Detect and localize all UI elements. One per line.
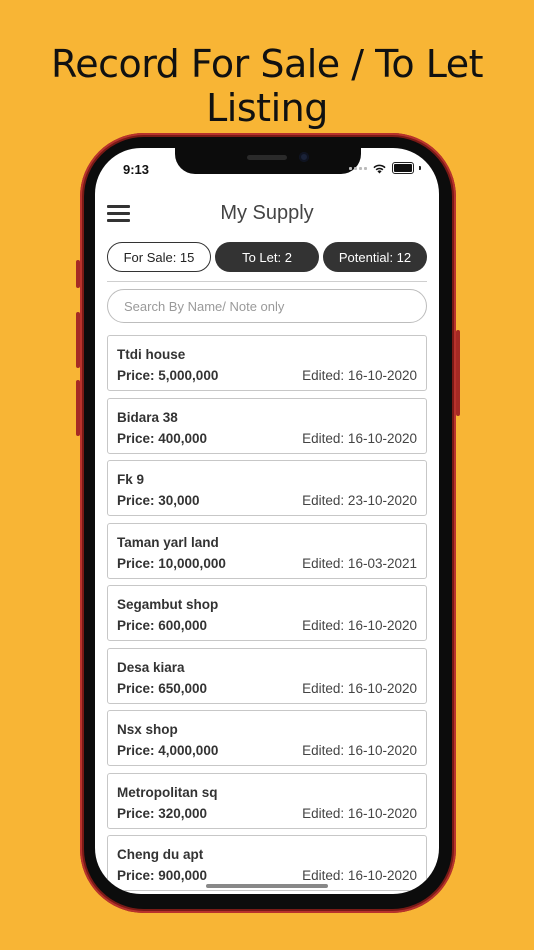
listing-price: Price: 5,000,000	[117, 368, 219, 383]
listing-edited-date: Edited: 16-10-2020	[302, 680, 417, 696]
listing-edited-date: Edited: 16-10-2020	[302, 430, 417, 446]
list-item[interactable]: Ttdi house Price: 5,000,000 Edited: 16-1…	[107, 335, 427, 391]
listing-edited-date: Edited: 16-10-2020	[302, 805, 417, 821]
home-indicator[interactable]	[206, 884, 328, 888]
tab-potential[interactable]: Potential: 12	[323, 242, 427, 272]
list-item[interactable]: Segambut shop Price: 600,000 Edited: 16-…	[107, 585, 427, 641]
status-icons	[349, 162, 421, 174]
search-input[interactable]	[107, 289, 427, 323]
listing-name: Ttdi house	[117, 347, 186, 362]
page-title: My Supply	[220, 202, 314, 224]
listing-price: Price: 4,000,000	[117, 743, 219, 758]
listing-price: Price: 600,000	[117, 618, 208, 633]
listing-name: Taman yarl land	[117, 534, 219, 550]
notch	[175, 148, 361, 174]
listing-name: Segambut shop	[117, 597, 219, 612]
listing-edited-date: Edited: 16-10-2020	[302, 743, 417, 758]
listing-name: Desa kiara	[117, 659, 185, 675]
listing-name: Nsx shop	[117, 722, 178, 737]
listing-edited-date: Edited: 16-10-2020	[302, 618, 417, 633]
listing-price: Price: 400,000	[117, 430, 208, 446]
listing-edited-date: Edited: 16-03-2021	[302, 555, 417, 571]
listing-price: Price: 900,000	[117, 868, 208, 883]
list-item[interactable]: Bidara 38 Price: 400,000 Edited: 16-10-2…	[107, 397, 427, 454]
power-button	[456, 330, 460, 416]
tab-for-sale[interactable]: For Sale: 15	[107, 242, 211, 272]
listing-name: Cheng du apt	[117, 847, 204, 862]
listing-price: Price: 10,000,000	[117, 555, 226, 571]
listing-edited-date: Edited: 16-10-2020	[302, 868, 417, 883]
listing-price: Price: 650,000	[117, 680, 208, 696]
list-item[interactable]: Taman yarl land Price: 10,000,000 Edited…	[107, 522, 427, 579]
listing-type-tabs: For Sale: 15 To Let: 2 Potential: 12	[107, 242, 427, 272]
list-item[interactable]: Metropolitan sq Price: 320,000 Edited: 1…	[107, 772, 427, 829]
listing-price: Price: 30,000	[117, 493, 200, 508]
battery-icon	[392, 162, 414, 174]
listing-price: Price: 320,000	[117, 805, 208, 821]
listing-list: Ttdi house Price: 5,000,000 Edited: 16-1…	[107, 335, 427, 894]
list-item[interactable]: Cheng du apt Price: 900,000 Edited: 16-1…	[107, 835, 427, 891]
list-item[interactable]: Fk 9 Price: 30,000 Edited: 23-10-2020	[107, 460, 427, 516]
listing-name: Metropolitan sq	[117, 784, 218, 800]
status-time: 9:13	[123, 162, 150, 177]
divider	[107, 281, 427, 282]
phone-screen: 9:13 My Supply For Sale: 15 To Let: 2 Po…	[95, 148, 439, 894]
listing-name: Bidara 38	[117, 409, 178, 425]
listing-name: Fk 9	[117, 472, 145, 487]
promo-headline: Record For Sale / To Let Listing	[51, 42, 484, 130]
front-camera	[299, 152, 309, 162]
tab-to-let[interactable]: To Let: 2	[215, 242, 319, 272]
list-item[interactable]: Nsx shop Price: 4,000,000 Edited: 16-10-…	[107, 710, 427, 766]
wifi-icon	[373, 164, 386, 173]
battery-tip	[419, 166, 421, 170]
list-item[interactable]: Desa kiara Price: 650,000 Edited: 16-10-…	[107, 647, 427, 704]
cellular-signal-icon	[349, 166, 367, 170]
listing-edited-date: Edited: 23-10-2020	[302, 493, 417, 508]
listing-edited-date: Edited: 16-10-2020	[302, 368, 417, 383]
speaker-grille	[247, 155, 287, 160]
